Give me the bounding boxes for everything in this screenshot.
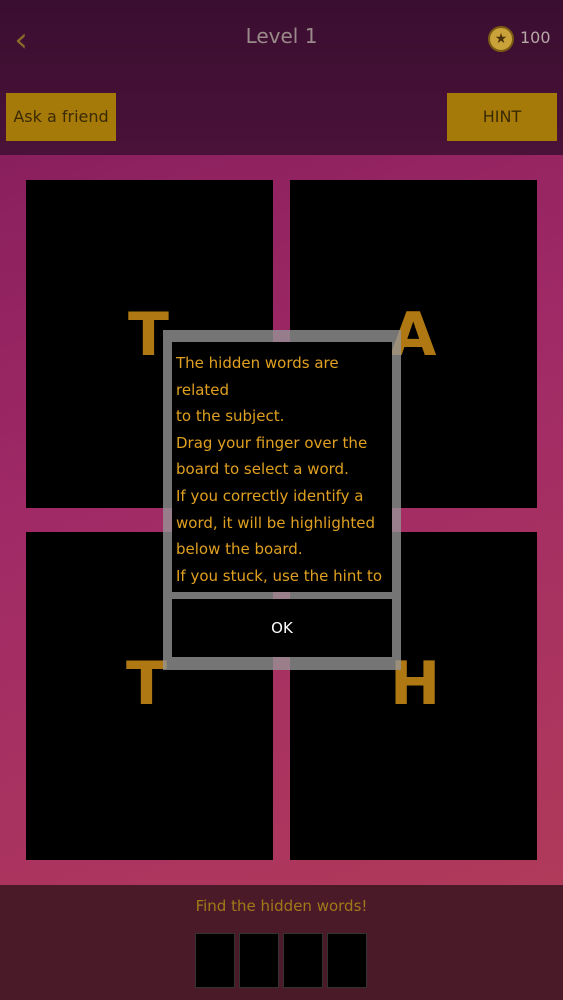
message-line: below the board. [176, 540, 303, 559]
message-line: word, it will be highlighted [176, 513, 375, 532]
message-line: to the subject. [176, 407, 285, 426]
top-bar: ‹ Level 1 ★ 100 Ask a friend HINT [0, 0, 563, 155]
instructions-dialog: The hidden words are related to the subj… [163, 330, 401, 670]
footer-prompt: Find the hidden words! [195, 897, 368, 915]
message-line: If you correctly identify a [176, 486, 364, 505]
message-line: board to select a word. [176, 460, 349, 479]
message-line: The hidden words are related [176, 354, 339, 399]
dialog-message-box[interactable]: The hidden words are related to the subj… [172, 342, 392, 592]
message-line: Drag your finger over the [176, 433, 368, 452]
answer-slot [327, 933, 367, 988]
ok-button[interactable]: OK [172, 599, 392, 657]
footer: Find the hidden words! [0, 885, 563, 1000]
hint-button[interactable]: HINT [447, 93, 557, 141]
answer-slot [239, 933, 279, 988]
ask-a-friend-button[interactable]: Ask a friend [6, 93, 116, 141]
star-coin-icon: ★ [488, 26, 514, 52]
answer-slot [283, 933, 323, 988]
coin-count: 100 [520, 28, 551, 47]
message-line: If you stuck, use the hint to [176, 566, 383, 585]
tile-letter: T [126, 649, 167, 719]
dialog-message: The hidden words are related to the subj… [172, 342, 392, 589]
level-title: Level 1 [245, 24, 318, 48]
answer-slot [195, 933, 235, 988]
